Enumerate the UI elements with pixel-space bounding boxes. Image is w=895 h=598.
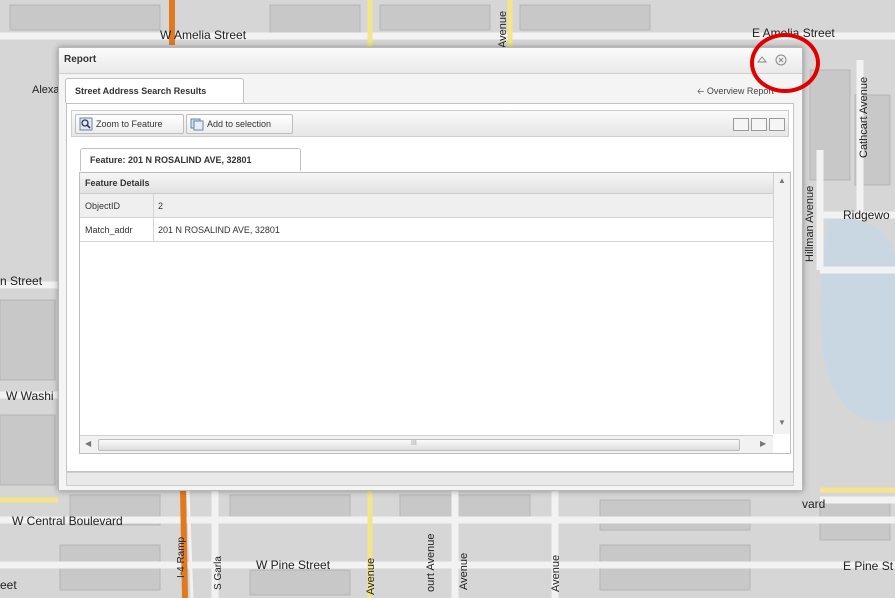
layout-icon[interactable]: [769, 118, 785, 131]
map-label-i4-ramp: I-4 Ramp: [176, 536, 187, 578]
scroll-up-icon[interactable]: ▲: [778, 176, 786, 185]
tab-street-address-search-results[interactable]: Street Address Search Results: [65, 78, 244, 103]
row-value: 201 N ROSALIND AVE, 32801: [158, 225, 280, 235]
map-label-avenue-b1: Avenue: [365, 557, 377, 595]
map-label-vard: vard: [802, 497, 826, 511]
report-dialog: Report Street Address Search Results 🡠 O…: [58, 47, 803, 491]
feature-tab-label: Feature: 201 N ROSALIND AVE, 32801: [90, 155, 252, 165]
highlight-circle: [750, 33, 820, 93]
add-label: Add to selection: [207, 119, 272, 129]
map-label-hillman: Hillman Avenue: [804, 185, 816, 262]
toolbar: Zoom to Feature Add to selection: [71, 110, 789, 137]
map-label-n-street: n Street: [0, 274, 43, 288]
cell-divider: [153, 194, 154, 217]
row-value: 2: [158, 201, 164, 211]
tab-label: Street Address Search Results: [75, 86, 207, 96]
thumb-grip: III: [411, 440, 417, 447]
map-label-court-avenue: ourt Avenue: [425, 533, 437, 592]
map-label-w-amelia: W Amelia Street: [160, 28, 247, 42]
map-label-e-pine: E Pine St: [843, 559, 894, 573]
row-key: Match_addr: [85, 225, 133, 235]
zoom-label: Zoom to Feature: [96, 119, 163, 129]
map-label-ridgewood: Ridgewo: [843, 208, 890, 222]
layout-icon[interactable]: [733, 118, 749, 131]
map-label-cathcart: Cathcart Avenue: [858, 76, 870, 158]
scroll-left-icon[interactable]: ◀: [85, 439, 91, 448]
grid-header: Feature Details: [80, 173, 773, 194]
status-bar: [66, 472, 794, 486]
map-label-avenue-top: Avenue: [497, 10, 509, 48]
scroll-thumb[interactable]: III: [98, 439, 740, 451]
map-label-w-pine: W Pine Street: [256, 558, 331, 572]
map-label-eet: eet: [0, 578, 17, 592]
results-panel: Zoom to Feature Add to selection Feature…: [66, 103, 794, 472]
grid-header-label: Feature Details: [85, 178, 150, 188]
scroll-right-icon[interactable]: ▶: [760, 439, 766, 448]
dialog-title: Report: [64, 54, 97, 65]
dialog-titlebar[interactable]: Report: [59, 48, 802, 74]
table-row[interactable]: ObjectID 2: [80, 194, 773, 218]
add-selection-icon: [190, 117, 204, 131]
layout-icon[interactable]: [751, 118, 767, 131]
tab-feature[interactable]: Feature: 201 N ROSALIND AVE, 32801: [80, 148, 301, 171]
vertical-scrollbar[interactable]: ▲ ▼: [773, 173, 790, 434]
row-key: ObjectID: [85, 201, 121, 211]
map-label-w-washi: W Washi: [6, 389, 54, 403]
cell-divider: [153, 218, 154, 241]
zoom-icon: [79, 117, 93, 131]
horizontal-scrollbar[interactable]: ◀ III ▶: [80, 435, 773, 453]
map-label-w-central: W Central Boulevard: [12, 514, 123, 528]
table-row[interactable]: Match_addr 201 N ROSALIND AVE, 32801: [80, 218, 773, 242]
add-to-selection-button[interactable]: Add to selection: [186, 114, 293, 134]
arrow-left-icon: 🡠: [697, 86, 705, 96]
map-label-alexa: Alexa: [32, 84, 60, 96]
map-label-avenue-b2: Avenue: [458, 552, 470, 590]
map-label-s-garland: S Garla: [213, 556, 224, 590]
scroll-down-icon[interactable]: ▼: [778, 418, 786, 427]
feature-details-grid: Feature Details ObjectID 2 Match_addr 20…: [79, 172, 791, 454]
zoom-to-feature-button[interactable]: Zoom to Feature: [75, 114, 184, 134]
overview-report-label: Overview Report: [706, 86, 774, 96]
map-label-avenue-b3: Avenue: [550, 554, 562, 592]
